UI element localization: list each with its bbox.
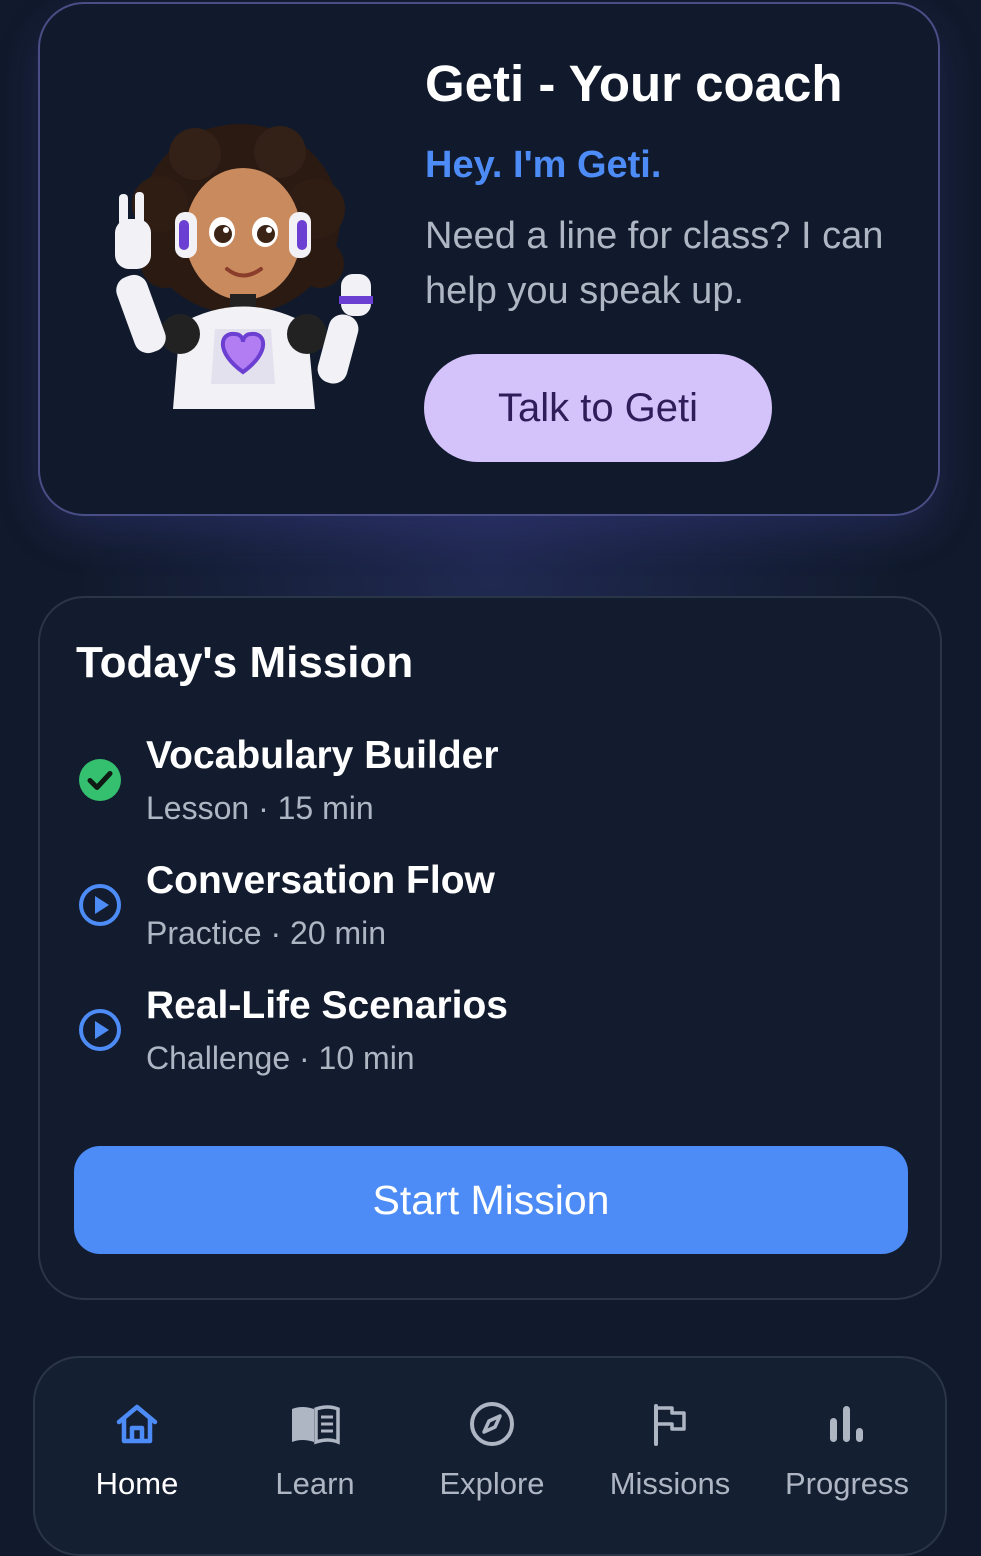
coach-card: Geti - Your coach Hey. I'm Geti. Need a … — [38, 2, 940, 516]
mission-item-meta: Lesson · 15 min — [146, 790, 374, 826]
nav-item-learn[interactable]: Learn — [226, 1398, 404, 1508]
mission-item[interactable]: Vocabulary Builder Lesson · 15 min — [76, 734, 896, 844]
play-circle-icon — [79, 884, 121, 926]
nav-item-home[interactable]: Home — [48, 1398, 226, 1508]
mission-item-title: Conversation Flow — [146, 859, 495, 902]
compass-icon — [470, 1402, 514, 1446]
mission-item-meta: Challenge · 10 min — [146, 1040, 415, 1076]
mission-item-meta: Practice · 20 min — [146, 915, 387, 951]
home-icon — [116, 1404, 158, 1444]
nav-item-progress[interactable]: Progress — [758, 1398, 936, 1508]
coach-title: Geti - Your coach — [425, 55, 843, 112]
talk-to-geti-button[interactable]: Talk to Geti — [424, 354, 772, 462]
bar-chart-icon — [830, 1406, 863, 1442]
nav-label: Home — [95, 1466, 179, 1501]
mission-item[interactable]: Real-Life Scenarios Challenge · 10 min — [76, 984, 896, 1094]
mission-item-title: Real-Life Scenarios — [146, 984, 508, 1027]
mission-item-title: Vocabulary Builder — [146, 734, 499, 777]
mission-item[interactable]: Conversation Flow Practice · 20 min — [76, 859, 896, 969]
start-mission-button[interactable]: Start Mission — [74, 1146, 908, 1254]
flag-icon — [654, 1404, 686, 1446]
book-icon — [292, 1405, 340, 1445]
nav-item-explore[interactable]: Explore — [403, 1398, 581, 1508]
nav-label: Explore — [439, 1466, 545, 1501]
play-circle-icon — [79, 1009, 121, 1051]
check-circle-icon — [79, 759, 121, 801]
nav-label: Progress — [784, 1466, 910, 1501]
nav-item-missions[interactable]: Missions — [581, 1398, 759, 1508]
coach-message: Need a line for class? I can help you sp… — [425, 215, 884, 312]
coach-avatar-illustration — [115, 124, 373, 409]
nav-label: Missions — [609, 1466, 731, 1501]
mission-title: Today's Mission — [76, 638, 414, 687]
nav-label: Learn — [275, 1466, 355, 1501]
coach-greeting: Hey. I'm Geti. — [425, 144, 662, 186]
todays-mission-card: Today's Mission Vocabulary Builder Lesso… — [38, 596, 942, 1300]
bottom-navigation: Home Learn Explore Missions Progress — [33, 1356, 947, 1556]
